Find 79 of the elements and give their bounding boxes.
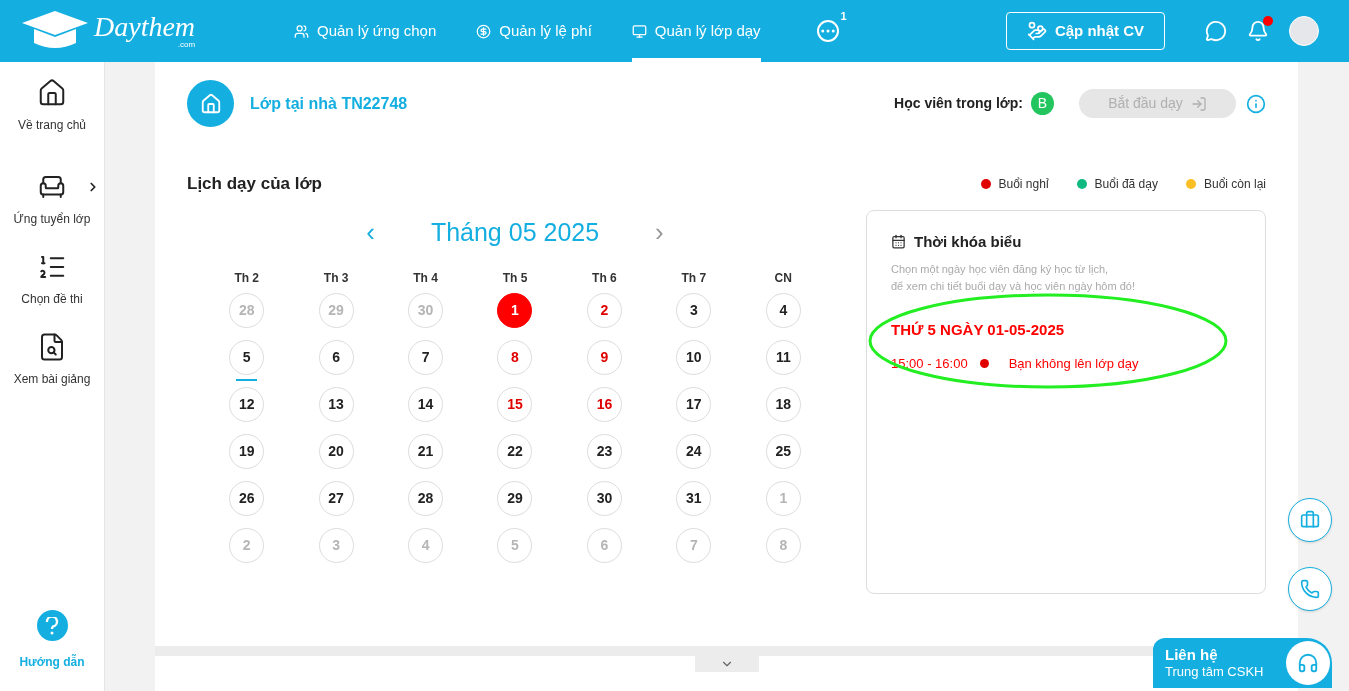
sidebar-item[interactable]: Chọn đề thi (0, 252, 104, 308)
legend-label: Buổi nghỉ (998, 175, 1049, 193)
calendar-day[interactable]: 16 (586, 386, 622, 422)
briefcase-button[interactable] (1288, 498, 1332, 542)
calendar-day[interactable]: 6 (318, 339, 354, 375)
calendar-day[interactable]: 22 (497, 433, 533, 469)
calendar-day[interactable]: 31 (676, 480, 712, 516)
notification-count: 1 (840, 9, 847, 24)
calendar-day[interactable]: 2 (586, 292, 622, 328)
calendar-day[interactable]: 12 (229, 386, 265, 422)
briefcase-icon (1300, 510, 1320, 530)
calendar-day[interactable]: 29 (497, 480, 533, 516)
calendar-day[interactable]: 23 (586, 433, 622, 469)
calendar-day[interactable]: 10 (676, 339, 712, 375)
calendar-icon (891, 234, 906, 250)
contact-title: Liên hệ (1165, 645, 1218, 665)
weekday-label: Th 3 (322, 269, 350, 287)
calendar-day[interactable]: 15 (497, 386, 533, 422)
calendar-day[interactable]: 13 (318, 386, 354, 422)
weekday-label: Th 7 (680, 269, 708, 287)
calendar-day[interactable]: 7 (408, 339, 444, 375)
calendar-day[interactable]: 30 (586, 480, 622, 516)
month-title: Tháng 05 2025 (430, 216, 600, 248)
avatar[interactable] (1289, 16, 1319, 46)
calendar-day[interactable]: 3 (676, 292, 712, 328)
info-icon[interactable] (1246, 93, 1266, 114)
weekday-label: Th 4 (412, 269, 439, 287)
sidebar-item[interactable]: Xem bài giảng (0, 332, 104, 388)
calendar-day[interactable]: 25 (765, 433, 801, 469)
calendar-day[interactable]: 27 (318, 480, 354, 516)
logo-suffix: .com (177, 41, 196, 49)
headset-icon (1286, 641, 1330, 685)
chat-icon[interactable] (1205, 20, 1227, 42)
calendar-day[interactable]: 17 (676, 386, 712, 422)
sidebar-item[interactable]: Về trang chủ (0, 78, 104, 134)
phone-icon (1300, 579, 1320, 599)
calendar-day[interactable]: 24 (676, 433, 712, 469)
help-icon (36, 610, 68, 641)
house-icon (37, 78, 67, 108)
session-note: Bạn không lên lớp dạy (1008, 354, 1139, 373)
students-label: Học viên trong lớp: (894, 94, 1023, 113)
weekday-label: Th 5 (501, 269, 529, 287)
legend-label: Buổi đã dạy (1094, 175, 1158, 193)
calendar-day[interactable]: 1 (497, 292, 533, 328)
bell-icon[interactable] (1247, 20, 1269, 42)
logo-text: Daythem (94, 13, 196, 41)
calendar-day[interactable]: 8 (497, 339, 533, 375)
collapse-tab[interactable] (694, 656, 759, 672)
calendar-day[interactable]: 20 (318, 433, 354, 469)
calendar-day[interactable]: 4 (765, 292, 801, 328)
timetable-hint: Chọn một ngày học viên đăng ký học từ lịch, (891, 262, 1110, 277)
home-class-icon (187, 80, 234, 127)
enter-icon (1190, 95, 1207, 112)
class-title: Lớp tại nhà TN22748 (250, 93, 408, 114)
contact-subtitle: Trung tâm CSKH (1165, 664, 1264, 681)
timetable-hint: để xem chi tiết buổi dạy và học viên ngày hôm đó! (891, 279, 1136, 294)
phone-button[interactable] (1288, 567, 1332, 611)
calendar-day[interactable]: 26 (229, 480, 265, 516)
timetable-title: Thời khóa biểu (914, 231, 1022, 252)
sidebar-item[interactable]: Ứng tuyển lớp (0, 172, 104, 228)
dollar-icon (476, 23, 492, 39)
users-icon (294, 23, 309, 39)
calendar-day[interactable]: 18 (765, 386, 801, 422)
selected-date: THỨ 5 NGÀY 01-05-2025 (891, 320, 1066, 340)
calendar-day[interactable]: 9 (586, 339, 622, 375)
weekday-label: CN (773, 269, 793, 287)
today-underline (236, 378, 258, 381)
weekday-label: Th 2 (233, 269, 261, 287)
schedule-title: Lịch dạy của lớp (187, 173, 322, 195)
calendar-day[interactable]: 19 (229, 433, 265, 469)
legend-label: Buổi còn lại (1203, 175, 1266, 193)
calendar-day[interactable]: 28 (408, 480, 444, 516)
more-icon[interactable] (816, 20, 839, 42)
calendar-day[interactable]: 14 (408, 386, 444, 422)
monitor-icon (631, 23, 647, 39)
weekday-label: Th 6 (591, 269, 618, 287)
calendar-day[interactable]: 5 (229, 339, 265, 375)
calendar-day[interactable]: 21 (408, 433, 444, 469)
calendar-day[interactable]: 11 (765, 339, 801, 375)
